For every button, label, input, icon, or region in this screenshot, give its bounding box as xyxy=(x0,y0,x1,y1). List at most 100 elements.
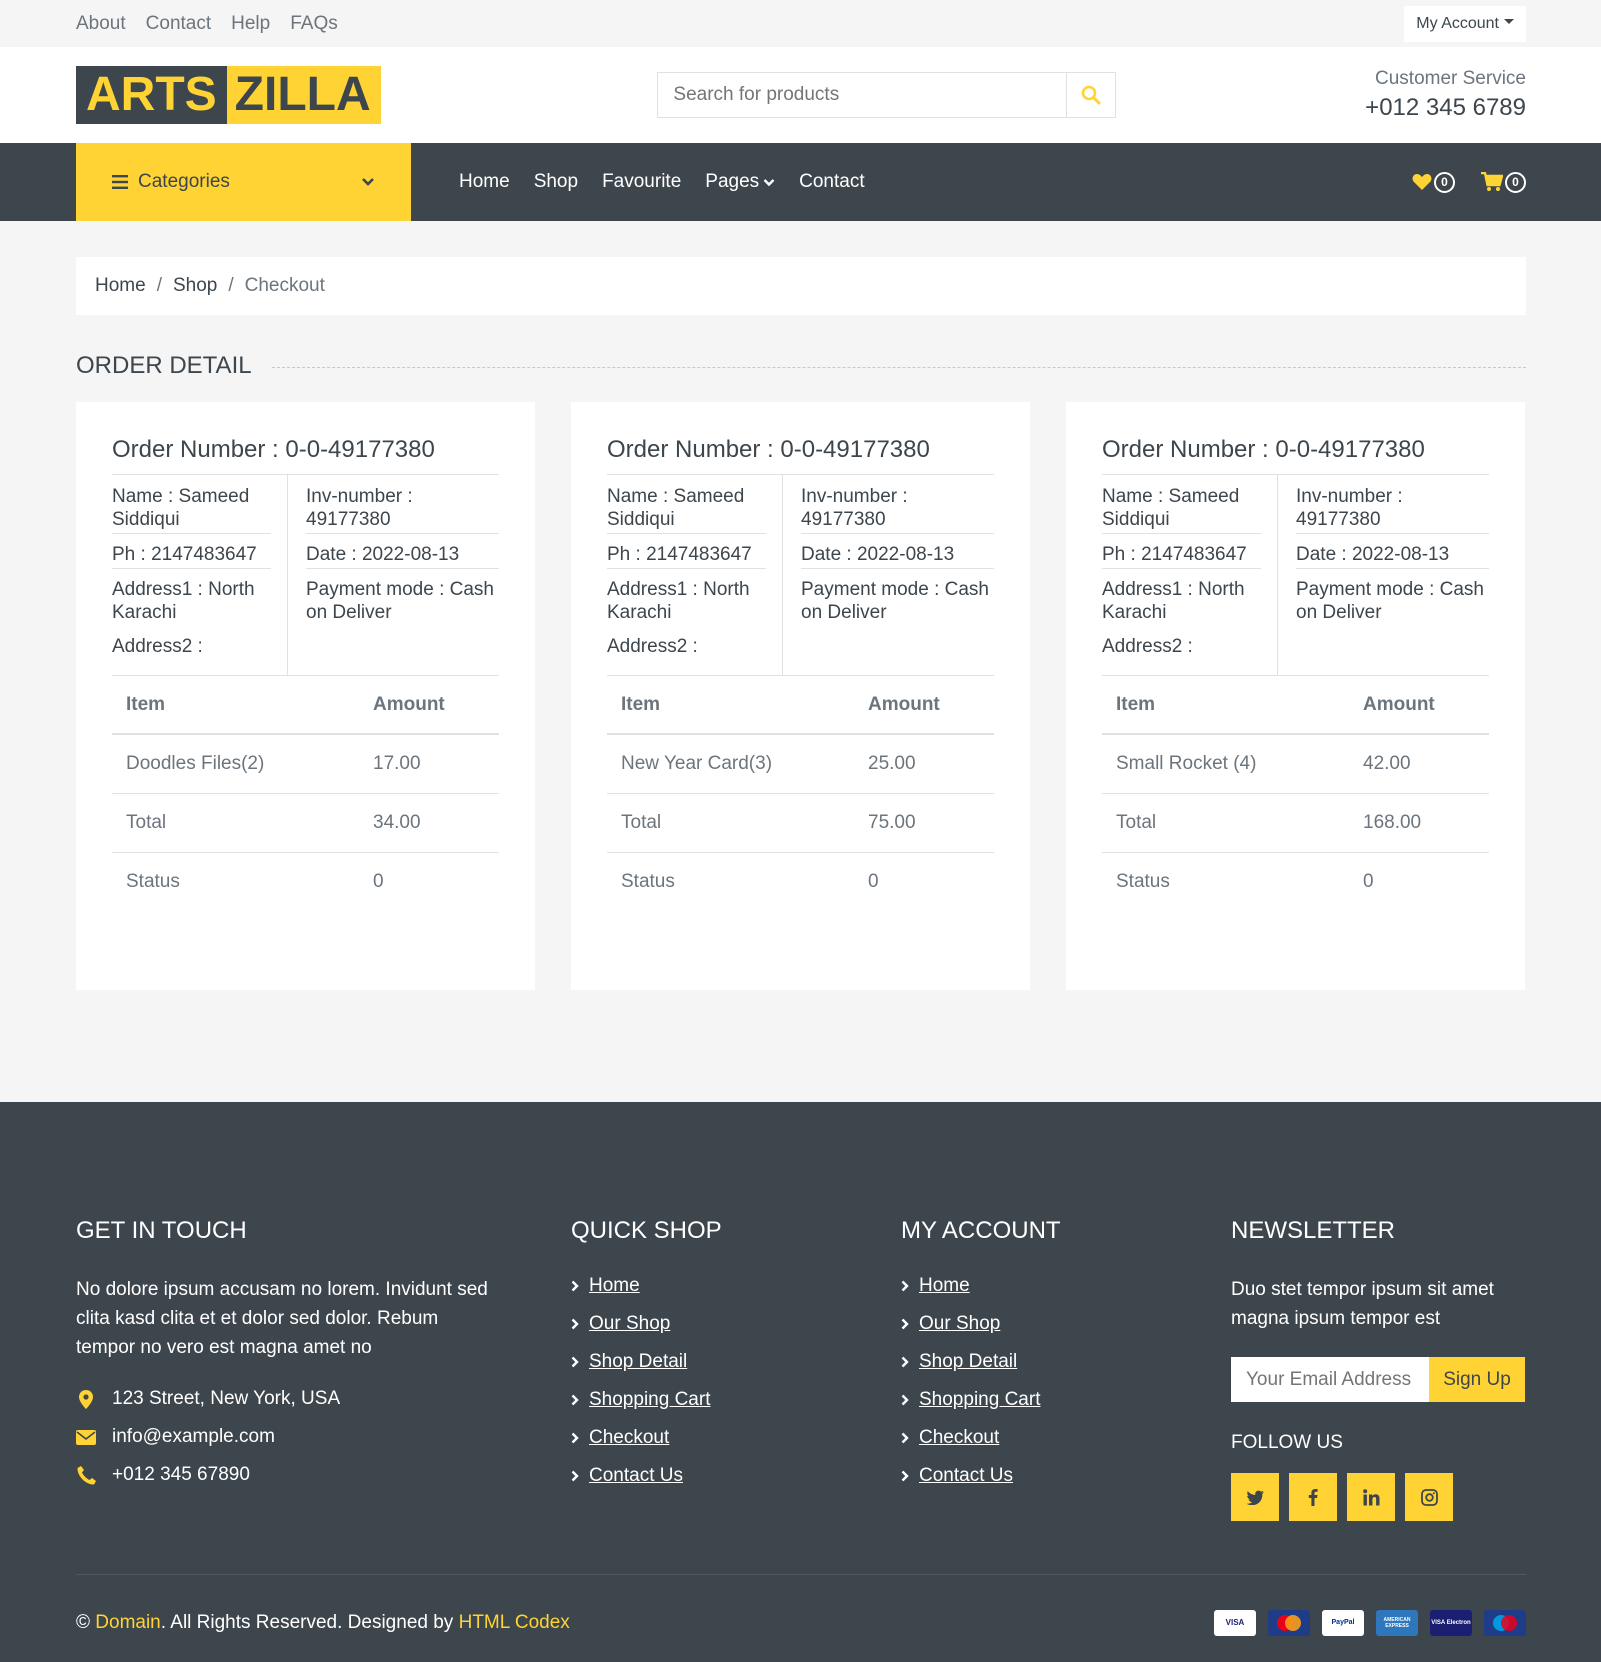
categories-label: Categories xyxy=(138,171,230,192)
linkedin-button[interactable] xyxy=(1347,1473,1395,1521)
total-label: Total xyxy=(1102,793,1349,853)
footer-quick-link-shop-detail[interactable]: Shop Detail xyxy=(571,1351,901,1373)
instagram-button[interactable] xyxy=(1405,1473,1453,1521)
wishlist-button[interactable]: 0 xyxy=(1412,171,1455,193)
footer-quick-link-contact-us[interactable]: Contact Us xyxy=(571,1465,901,1487)
customer-address2: Address2 : xyxy=(607,636,698,657)
customer-phone: Ph : 2147483647 xyxy=(1102,543,1261,569)
footer-newsletter: Newsletter Duo stet tempor ipsum sit ame… xyxy=(1231,1217,1526,1521)
total-label: Total xyxy=(112,793,359,853)
nav-item-shop[interactable]: Shop xyxy=(534,171,578,193)
customer-name: Name : Sameed Siddiqui xyxy=(1102,485,1261,534)
breadcrumb-separator: / xyxy=(228,275,234,296)
footer-account-link-contact-us[interactable]: Contact Us xyxy=(901,1465,1231,1487)
chevron-right-icon xyxy=(571,1470,579,1482)
my-account-dropdown[interactable]: My Account xyxy=(1404,5,1526,42)
order-date: Date : 2022-08-13 xyxy=(306,543,499,569)
nav-item-home[interactable]: Home xyxy=(459,171,510,193)
table-row: Status 0 xyxy=(607,852,994,911)
logo[interactable]: ARTS ZILLA xyxy=(76,66,381,124)
col-header-amount: Amount xyxy=(359,676,499,735)
customer-address2: Address2 : xyxy=(112,636,203,657)
footer-email-text[interactable]: info@example.com xyxy=(112,1426,275,1448)
nav-item-pages-label: Pages xyxy=(705,171,760,192)
breadcrumb-home[interactable]: Home xyxy=(95,275,146,297)
total-value: 34.00 xyxy=(359,793,499,853)
copyright-domain-link[interactable]: Domain xyxy=(95,1612,160,1633)
search-input[interactable] xyxy=(658,73,1067,117)
footer: Get In Touch No dolore ipsum accusam no … xyxy=(0,1102,1601,1662)
total-label: Total xyxy=(607,793,854,853)
footer-touch-title: Get In Touch xyxy=(76,1217,247,1244)
link-label: Our Shop xyxy=(919,1313,1001,1334)
invoice-number: Inv-number : 49177380 xyxy=(801,485,994,534)
order-card: Order Number : 0-0-49177380 Name : Samee… xyxy=(1066,402,1525,990)
footer-bottom: © Domain. All Rights Reserved. Designed … xyxy=(76,1574,1526,1662)
customer-name: Name : Sameed Siddiqui xyxy=(607,485,766,534)
footer-account-link-checkout[interactable]: Checkout xyxy=(901,1427,1231,1449)
col-header-item: Item xyxy=(112,676,359,735)
order-items-table: Item Amount Small Rocket (4) 42.00 Total… xyxy=(1102,676,1489,911)
customer-address1: Address1 : North Karachi xyxy=(607,579,750,623)
facebook-icon xyxy=(1308,1489,1318,1506)
facebook-button[interactable] xyxy=(1289,1473,1337,1521)
menu-icon xyxy=(112,175,128,189)
item-amount: 42.00 xyxy=(1349,734,1489,794)
top-link-faqs[interactable]: FAQs xyxy=(290,13,338,35)
breadcrumb: Home / Shop / Checkout xyxy=(76,257,1526,315)
newsletter-email-input[interactable] xyxy=(1231,1357,1429,1402)
item-name: Doodles Files(2) xyxy=(112,734,359,794)
footer-quick-link-home[interactable]: Home xyxy=(571,1275,901,1297)
footer-quick-link-shopping-cart[interactable]: Shopping Cart xyxy=(571,1389,901,1411)
wishlist-count-badge: 0 xyxy=(1434,171,1455,193)
customer-phone: Ph : 2147483647 xyxy=(112,543,271,569)
breadcrumb-shop[interactable]: Shop xyxy=(173,275,217,297)
breadcrumb-separator: / xyxy=(156,275,162,296)
link-label: Checkout xyxy=(919,1427,1000,1448)
order-card: Order Number : 0-0-49177380 Name : Samee… xyxy=(76,402,535,990)
footer-account-link-our-shop[interactable]: Our Shop xyxy=(901,1313,1231,1335)
customer-phone: Ph : 2147483647 xyxy=(607,543,766,569)
footer-account-link-shopping-cart[interactable]: Shopping Cart xyxy=(901,1389,1231,1411)
top-link-about[interactable]: About xyxy=(76,13,126,35)
order-info: Name : Sameed Siddiqui Ph : 2147483647 A… xyxy=(607,475,994,676)
social-links xyxy=(1231,1473,1526,1521)
link-label: Shopping Cart xyxy=(919,1389,1041,1410)
col-header-amount: Amount xyxy=(854,676,994,735)
col-header-item: Item xyxy=(1102,676,1349,735)
status-value: 0 xyxy=(1363,870,1374,892)
envelope-icon xyxy=(76,1429,96,1445)
order-items-table: Item Amount New Year Card(3) 25.00 Total… xyxy=(607,676,994,911)
payment-mode: Payment mode : Cash on Deliver xyxy=(801,579,989,623)
footer-quick-link-checkout[interactable]: Checkout xyxy=(571,1427,901,1449)
nav-item-pages[interactable]: Pages xyxy=(705,171,775,193)
top-link-help[interactable]: Help xyxy=(231,13,270,35)
order-number: Order Number : 0-0-49177380 xyxy=(607,436,994,475)
order-date: Date : 2022-08-13 xyxy=(801,543,994,569)
top-bar: About Contact Help FAQs My Account xyxy=(0,0,1601,47)
footer-account-link-shop-detail[interactable]: Shop Detail xyxy=(901,1351,1231,1373)
col-header-item: Item xyxy=(607,676,854,735)
cart-button[interactable]: 0 xyxy=(1481,171,1526,193)
twitter-icon xyxy=(1246,1490,1264,1505)
table-header: Item Amount xyxy=(1102,676,1489,735)
footer-newsletter-text: Duo stet tempor ipsum sit amet magna ips… xyxy=(1231,1279,1494,1329)
categories-dropdown[interactable]: Categories xyxy=(76,143,411,221)
item-name: New Year Card(3) xyxy=(607,734,854,794)
link-label: Shopping Cart xyxy=(589,1389,711,1410)
footer-quick-link-our-shop[interactable]: Our Shop xyxy=(571,1313,901,1335)
chevron-right-icon xyxy=(571,1280,579,1292)
twitter-button[interactable] xyxy=(1231,1473,1279,1521)
footer-account-link-home[interactable]: Home xyxy=(901,1275,1231,1297)
order-date: Date : 2022-08-13 xyxy=(1296,543,1489,569)
signup-button[interactable]: Sign Up xyxy=(1429,1357,1525,1402)
payment-mode: Payment mode : Cash on Deliver xyxy=(306,579,494,623)
nav-item-favourite[interactable]: Favourite xyxy=(602,171,681,193)
section-title: Order Detail xyxy=(76,352,1526,380)
search-button[interactable] xyxy=(1066,73,1115,117)
total-value: 168.00 xyxy=(1349,793,1489,853)
top-link-contact[interactable]: Contact xyxy=(146,13,211,35)
nav-item-contact[interactable]: Contact xyxy=(799,171,864,193)
customer-name: Name : Sameed Siddiqui xyxy=(112,485,271,534)
designer-link[interactable]: HTML Codex xyxy=(459,1612,570,1633)
